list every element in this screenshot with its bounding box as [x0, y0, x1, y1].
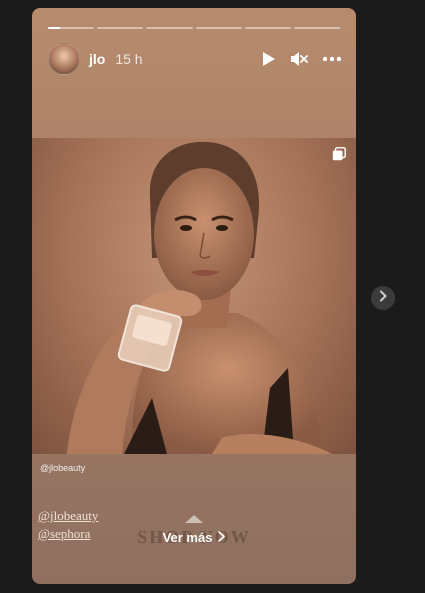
- story-photo[interactable]: [32, 138, 356, 454]
- story-timestamp: 15 h: [115, 51, 143, 67]
- progress-segment: [146, 27, 193, 29]
- progress-segment: [48, 27, 95, 29]
- portrait-image: [67, 141, 332, 454]
- avatar[interactable]: [48, 43, 80, 75]
- mention-link-jlobeauty[interactable]: @jlobeauty: [38, 508, 98, 524]
- story-header: jlo 15 h: [48, 42, 342, 76]
- more-icon[interactable]: [322, 56, 342, 62]
- progress-segment: [97, 27, 144, 29]
- play-icon[interactable]: [262, 51, 276, 67]
- story-viewer: jlo 15 h @jlobeauty @jlobeauty @sephora …: [0, 0, 425, 593]
- mute-icon[interactable]: [290, 51, 308, 67]
- collection-icon: [332, 147, 346, 166]
- see-more-label: Ver más: [162, 530, 213, 545]
- story-progress-bar: [48, 27, 341, 29]
- progress-segment: [293, 27, 341, 29]
- story-card[interactable]: jlo 15 h @jlobeauty @jlobeauty @sephora …: [32, 8, 356, 584]
- next-story-button[interactable]: [371, 286, 395, 310]
- chevron-right-icon: [379, 289, 387, 307]
- progress-segment: [195, 27, 242, 29]
- progress-fill: [48, 27, 60, 29]
- see-more-button[interactable]: Ver más: [32, 530, 356, 545]
- swipe-up-icon: [183, 512, 205, 530]
- story-controls: [262, 51, 342, 67]
- photo-credit[interactable]: @jlobeauty: [40, 463, 85, 473]
- username[interactable]: jlo: [89, 51, 105, 67]
- progress-segment: [244, 27, 291, 29]
- chevron-right-icon: [218, 530, 226, 545]
